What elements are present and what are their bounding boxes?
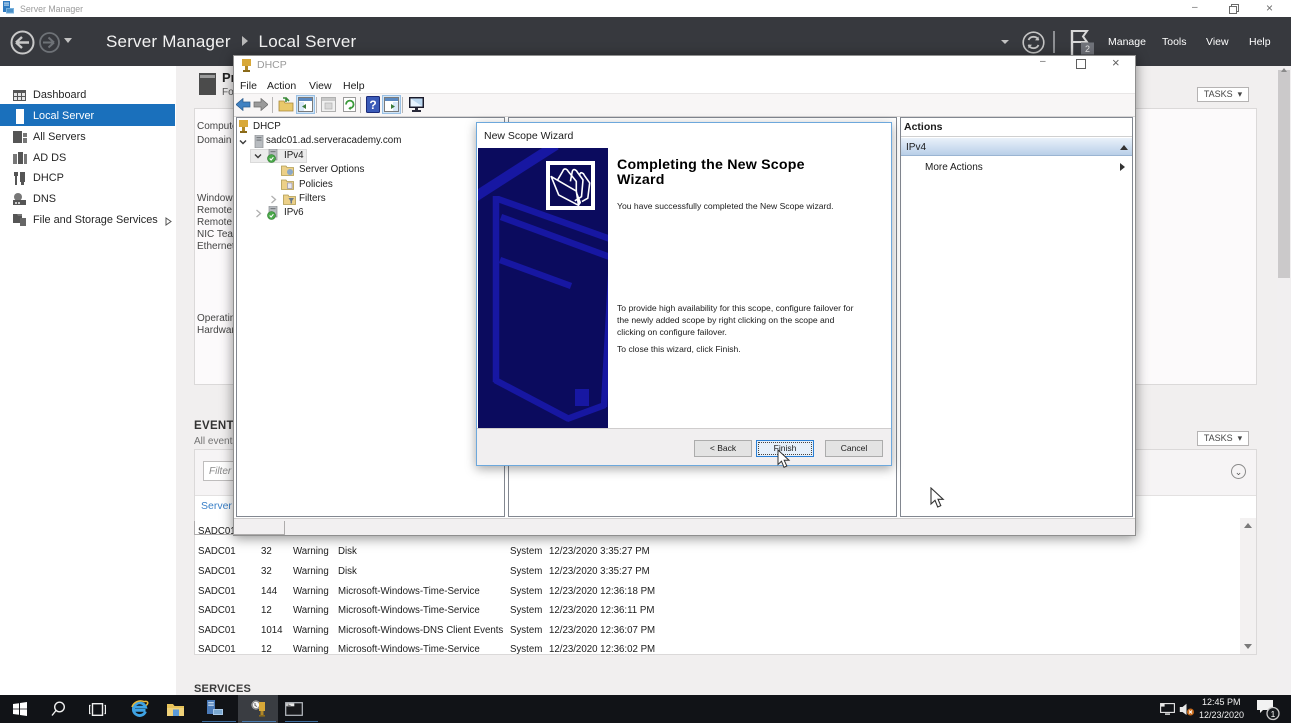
svg-text:?: ? — [369, 98, 376, 112]
svg-text:2: 2 — [1085, 44, 1090, 54]
svg-text:1: 1 — [1271, 709, 1276, 719]
